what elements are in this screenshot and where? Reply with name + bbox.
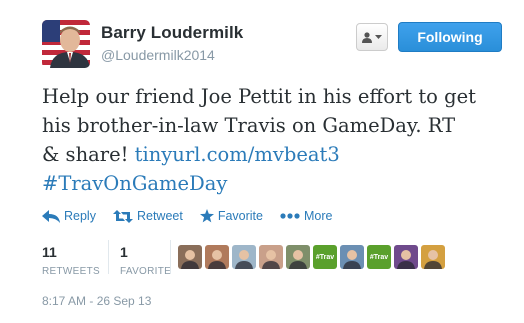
hashtag-link[interactable]: #TravOnGameDay bbox=[42, 172, 227, 195]
reply-action[interactable]: Reply bbox=[42, 209, 96, 223]
retweets-stat[interactable]: 11 RETWEETS bbox=[42, 244, 100, 277]
tweet-line: his brother-in-law Travis on GameDay. RT bbox=[42, 114, 456, 137]
more-label: More bbox=[303, 209, 333, 223]
favorites-label: FAVORITE bbox=[120, 266, 172, 277]
tweet-line: #TravOnGameDay bbox=[42, 169, 512, 198]
favoriter-avatar[interactable] bbox=[394, 245, 418, 269]
retweet-label: Retweet bbox=[136, 209, 183, 223]
more-dots-icon bbox=[280, 213, 300, 219]
stats-divider bbox=[170, 240, 171, 274]
tweet-line-text: & share! bbox=[42, 143, 135, 166]
retweets-count: 11 bbox=[42, 244, 57, 260]
favoriter-avatar[interactable] bbox=[205, 245, 229, 269]
favoriter-avatar[interactable] bbox=[421, 245, 445, 269]
user-actions-dropdown[interactable] bbox=[356, 23, 388, 51]
avatar-image bbox=[42, 20, 90, 68]
favoriter-avatar[interactable] bbox=[178, 245, 202, 269]
tweet-text: Help our friend Joe Pettit in his effort… bbox=[42, 82, 512, 198]
favorite-action[interactable]: Favorite bbox=[199, 209, 263, 223]
user-name[interactable]: Barry Loudermilk bbox=[101, 23, 243, 43]
favoriter-avatar[interactable]: #Trav bbox=[367, 245, 391, 269]
tweet-link[interactable]: tinyurl.com/mvbeat3 bbox=[135, 143, 340, 166]
user-avatar[interactable] bbox=[42, 20, 90, 68]
retweet-icon bbox=[112, 209, 133, 223]
tweet-timestamp[interactable]: 8:17 AM - 26 Sep 13 bbox=[42, 294, 151, 308]
reply-label: Reply bbox=[64, 209, 96, 223]
tweet-line: & share! tinyurl.com/mvbeat3 bbox=[42, 140, 512, 169]
favoriter-avatar[interactable]: #Trav bbox=[313, 245, 337, 269]
favorite-label: Favorite bbox=[217, 209, 263, 223]
favoriter-avatar[interactable] bbox=[340, 245, 364, 269]
svg-text:#Trav: #Trav bbox=[316, 254, 334, 261]
stats-divider bbox=[108, 240, 109, 274]
favoriter-avatar[interactable] bbox=[286, 245, 310, 269]
favorites-stat[interactable]: 1 FAVORITE bbox=[120, 244, 171, 277]
screen-name[interactable]: @Loudermilk2014 bbox=[101, 47, 215, 63]
star-icon bbox=[199, 209, 214, 223]
reply-icon bbox=[42, 209, 60, 223]
tweet-actions: Reply Retweet Favorite More bbox=[42, 207, 349, 225]
favoriter-avatars: #Trav #Trav bbox=[178, 245, 445, 269]
favorites-count: 1 bbox=[120, 244, 128, 260]
retweets-label: RETWEETS bbox=[42, 266, 100, 277]
user-icon bbox=[362, 31, 372, 43]
caret-down-icon bbox=[375, 35, 382, 39]
tweet-card: Barry Loudermilk @Loudermilk2014 Followi… bbox=[0, 0, 524, 323]
svg-text:#Trav: #Trav bbox=[370, 254, 388, 261]
retweet-action[interactable]: Retweet bbox=[112, 209, 183, 223]
favoriter-avatar[interactable] bbox=[259, 245, 283, 269]
following-button[interactable]: Following bbox=[398, 22, 502, 52]
favoriter-avatar[interactable] bbox=[232, 245, 256, 269]
more-action[interactable]: More bbox=[280, 209, 332, 223]
tweet-line: Help our friend Joe Pettit in his effort… bbox=[42, 85, 476, 108]
